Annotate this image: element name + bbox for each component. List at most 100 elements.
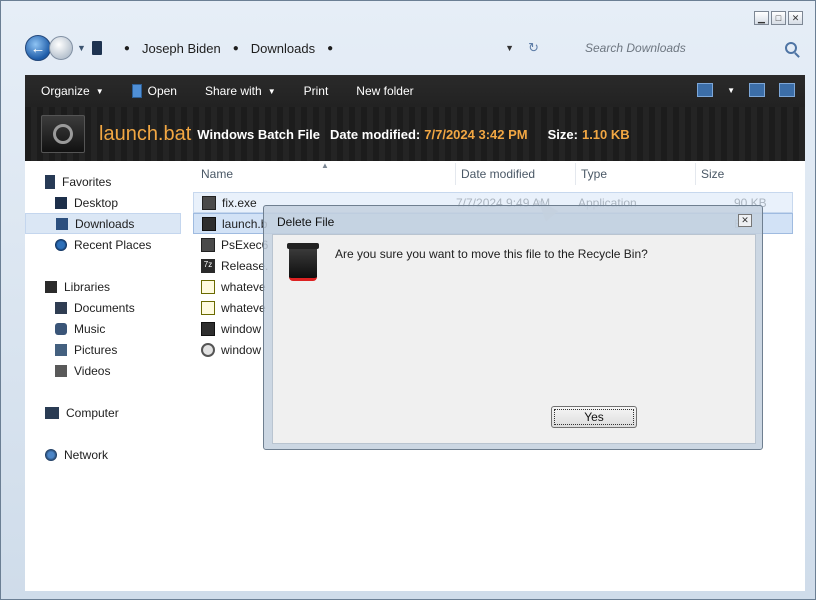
sort-indicator-icon: ▲	[321, 161, 329, 170]
sidebar-item-documents[interactable]: Documents	[25, 297, 185, 318]
gear-icon	[53, 124, 73, 144]
print-button[interactable]: Print	[304, 84, 329, 98]
sidebar-item-music[interactable]: Music	[25, 318, 185, 339]
details-file-name: launch.bat	[99, 122, 192, 145]
downloads-icon	[56, 217, 68, 230]
details-pane: launch.bat Windows Batch File Date modif…	[25, 107, 805, 161]
text-file-icon	[201, 300, 215, 315]
details-date-value: 7/7/2024 3:42 PM	[424, 126, 528, 142]
search-icon[interactable]	[785, 42, 797, 54]
favorites-icon	[45, 174, 55, 189]
chevron-down-icon[interactable]: ▼	[727, 86, 735, 95]
file-name: whateve	[221, 279, 266, 294]
minimize-button[interactable]: ▁	[754, 11, 769, 25]
sidebar-item-label: Favorites	[62, 174, 112, 189]
delete-file-dialog: Delete File ✕ Are you sure you want to m…	[263, 205, 763, 450]
maximize-button[interactable]: □	[771, 11, 786, 25]
column-date[interactable]: Date modified	[461, 167, 535, 181]
yes-button[interactable]: Yes	[551, 406, 637, 428]
sidebar-item-label: Downloads	[75, 216, 135, 231]
settings-file-icon	[201, 342, 215, 357]
computer-icon	[45, 406, 59, 419]
application-icon	[202, 195, 216, 210]
file-name: whateve	[221, 300, 266, 315]
file-thumbnail	[41, 115, 85, 153]
search-box[interactable]: Search Downloads	[565, 36, 805, 60]
sidebar-item-computer[interactable]: Computer	[25, 402, 185, 423]
chevron-icon[interactable]: ●	[327, 43, 333, 54]
chevron-down-icon: ▼	[95, 86, 104, 96]
column-size[interactable]: Size	[701, 167, 724, 181]
sidebar-item-pictures[interactable]: Pictures	[25, 339, 185, 360]
navigation-pane: Favorites Desktop Downloads Recent Place…	[25, 161, 185, 591]
batch-file-icon	[202, 216, 216, 231]
file-name: Release.	[221, 258, 269, 273]
print-label: Print	[303, 84, 329, 98]
sidebar-item-label: Pictures	[74, 342, 118, 357]
address-dropdown[interactable]: ▼	[505, 43, 514, 53]
sidebar-item-recent[interactable]: Recent Places	[25, 234, 185, 255]
file-name: launch.b	[222, 216, 268, 231]
recent-pages-dropdown[interactable]: ▼	[77, 43, 86, 53]
dialog-body: Are you sure you want to move this file …	[272, 234, 756, 444]
sidebar-item-libraries[interactable]: Libraries	[25, 276, 185, 297]
videos-icon	[55, 364, 67, 377]
back-button[interactable]: ←	[25, 35, 51, 61]
sidebar-item-label: Recent Places	[74, 237, 152, 252]
text-file-icon	[201, 279, 215, 294]
column-name[interactable]: Name	[201, 167, 233, 181]
forward-button[interactable]	[49, 36, 73, 60]
view-icon[interactable]	[697, 83, 714, 97]
sidebar-item-label: Music	[74, 321, 106, 336]
open-icon	[131, 84, 142, 98]
file-name: window	[221, 342, 262, 357]
archive-icon: 7z	[201, 258, 215, 273]
search-input[interactable]: Search Downloads	[585, 41, 785, 55]
toolbar: Organize ▼ Open Share with ▼ Print New f…	[25, 75, 805, 161]
documents-icon	[55, 301, 67, 314]
sidebar-item-downloads[interactable]: Downloads	[25, 213, 181, 234]
sidebar-item-favorites[interactable]: Favorites	[25, 171, 185, 192]
explorer-window: ▁ □ ✕ ← ▼ ● Joseph Biden ● Downloads ● ▼…	[0, 0, 816, 600]
dialog-close-button[interactable]: ✕	[738, 214, 752, 227]
close-button[interactable]: ✕	[788, 11, 803, 25]
column-divider[interactable]	[455, 163, 456, 185]
open-button[interactable]: Open	[131, 84, 177, 98]
chevron-down-icon: ▼	[267, 86, 276, 96]
column-divider[interactable]	[695, 163, 696, 185]
details-file-type: Windows Batch File	[197, 126, 320, 142]
details-date-label: Date modified:	[329, 126, 421, 142]
sidebar-item-label: Network	[64, 447, 109, 462]
preview-pane-icon[interactable]	[749, 83, 765, 97]
help-icon[interactable]	[779, 83, 795, 97]
chevron-icon[interactable]: ●	[124, 43, 130, 54]
share-with-button[interactable]: Share with ▼	[205, 84, 276, 98]
sidebar-item-network[interactable]: Network	[25, 444, 185, 465]
file-name: window	[221, 321, 262, 336]
sidebar-item-label: Desktop	[74, 195, 119, 210]
organize-button[interactable]: Organize ▼	[41, 84, 104, 98]
refresh-icon[interactable]: ↻	[528, 40, 539, 56]
desktop-icon	[55, 196, 67, 209]
application-icon	[201, 237, 215, 252]
column-type[interactable]: Type	[581, 167, 607, 181]
sidebar-item-videos[interactable]: Videos	[25, 360, 185, 381]
chevron-icon[interactable]: ●	[233, 43, 239, 54]
column-divider[interactable]	[575, 163, 576, 185]
sidebar-item-label: Computer	[66, 405, 119, 420]
dialog-title: Delete File	[277, 215, 335, 229]
sidebar-item-label: Videos	[74, 363, 111, 378]
new-folder-label: New folder	[356, 84, 414, 98]
sidebar-item-desktop[interactable]: Desktop	[25, 192, 185, 213]
address-row: ← ▼ ● Joseph Biden ● Downloads ● ▼ ↻ Sea…	[25, 31, 805, 65]
details-size-value: 1.10 KB	[581, 126, 630, 142]
new-folder-button[interactable]: New folder	[356, 84, 413, 98]
sidebar-item-label: Documents	[74, 300, 135, 315]
column-headers: ▲ Name Date modified Type Size	[193, 161, 805, 187]
sidebar-item-label: Libraries	[64, 279, 111, 294]
network-icon	[45, 448, 57, 461]
breadcrumb-downloads[interactable]: Downloads	[251, 41, 315, 56]
breadcrumb-user[interactable]: Joseph Biden	[142, 41, 221, 56]
recycle-bin-icon	[287, 243, 319, 283]
organize-label: Organize	[41, 84, 90, 98]
